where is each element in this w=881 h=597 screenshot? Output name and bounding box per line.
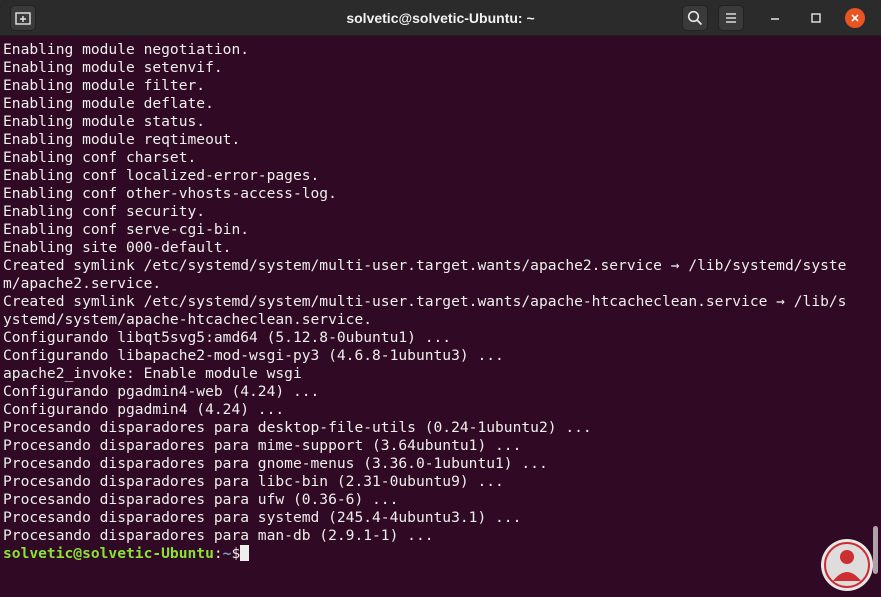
output-line: Procesando disparadores para ufw (0.36-6… — [3, 491, 399, 508]
close-icon — [851, 14, 859, 22]
minimize-button[interactable] — [764, 5, 786, 31]
search-button[interactable] — [682, 5, 708, 31]
output-line: Configurando pgadmin4 (4.24) ... — [3, 401, 285, 418]
solvetic-logo-icon — [821, 539, 873, 591]
output-line: Procesando disparadores para gnome-menus… — [3, 455, 548, 472]
prompt-symbol: $ — [231, 545, 241, 562]
output-line: Procesando disparadores para man-db (2.9… — [3, 527, 434, 544]
output-line: Configurando pgadmin4-web (4.24) ... — [3, 383, 320, 400]
hamburger-menu-button[interactable] — [718, 5, 744, 31]
output-line: Enabling module deflate. — [3, 95, 214, 112]
titlebar: solvetic@solvetic-Ubuntu: ~ — [0, 0, 881, 36]
output-line: Configurando libapache2-mod-wsgi-py3 (4.… — [3, 347, 504, 364]
output-line: Created symlink /etc/systemd/system/mult… — [3, 257, 847, 274]
window-title: solvetic@solvetic-Ubuntu: ~ — [346, 10, 535, 26]
new-tab-icon — [15, 12, 31, 25]
maximize-icon — [811, 13, 821, 23]
text-cursor — [240, 545, 250, 561]
output-line: Procesando disparadores para mime-suppor… — [3, 437, 522, 454]
output-line: Created symlink /etc/systemd/system/mult… — [3, 293, 847, 310]
search-icon — [687, 10, 703, 26]
output-line: Procesando disparadores para libc-bin (2… — [3, 473, 504, 490]
output-line: Enabling module setenvif. — [3, 59, 223, 76]
output-line: Enabling conf charset. — [3, 149, 197, 166]
minimize-icon — [771, 18, 779, 20]
prompt-separator: : — [213, 545, 223, 562]
output-line: Enabling conf security. — [3, 203, 206, 220]
output-line: Enabling module reqtimeout. — [3, 131, 241, 148]
output-line: Enabling site 000-default. — [3, 239, 232, 256]
new-tab-button[interactable] — [10, 5, 36, 31]
prompt-line: solvetic@solvetic-Ubuntu:~$ — [3, 545, 870, 563]
output-line: Procesando disparadores para desktop-fil… — [3, 419, 592, 436]
close-button[interactable] — [845, 8, 865, 28]
output-line: Enabling conf other-vhosts-access-log. — [3, 185, 337, 202]
output-line: Procesando disparadores para systemd (24… — [3, 509, 522, 526]
output-line: Enabling conf localized-error-pages. — [3, 167, 320, 184]
terminal-output[interactable]: Enabling module negotiation. Enabling mod… — [0, 39, 870, 597]
output-line: Enabling module negotiation. — [3, 41, 250, 58]
prompt-user-host: solvetic@solvetic-Ubuntu — [3, 545, 214, 562]
output-line: Enabling conf serve-cgi-bin. — [3, 221, 250, 238]
output-lines: Enabling module negotiation. Enabling mod… — [3, 41, 870, 545]
output-line: Enabling module status. — [3, 113, 206, 130]
output-line: m/apache2.service. — [3, 275, 162, 292]
terminal-window: solvetic@solvetic-Ubuntu: ~ Enabling mod… — [0, 0, 881, 597]
output-line: Configurando libqt5svg5:amd64 (5.12.8-0u… — [3, 329, 452, 346]
output-line: ystemd/system/apache-htcacheclean.servic… — [3, 311, 373, 328]
maximize-button[interactable] — [805, 5, 827, 31]
hamburger-menu-icon — [726, 13, 736, 23]
output-line: apache2_invoke: Enable module wsgi — [3, 365, 302, 382]
output-line: Enabling module filter. — [3, 77, 206, 94]
